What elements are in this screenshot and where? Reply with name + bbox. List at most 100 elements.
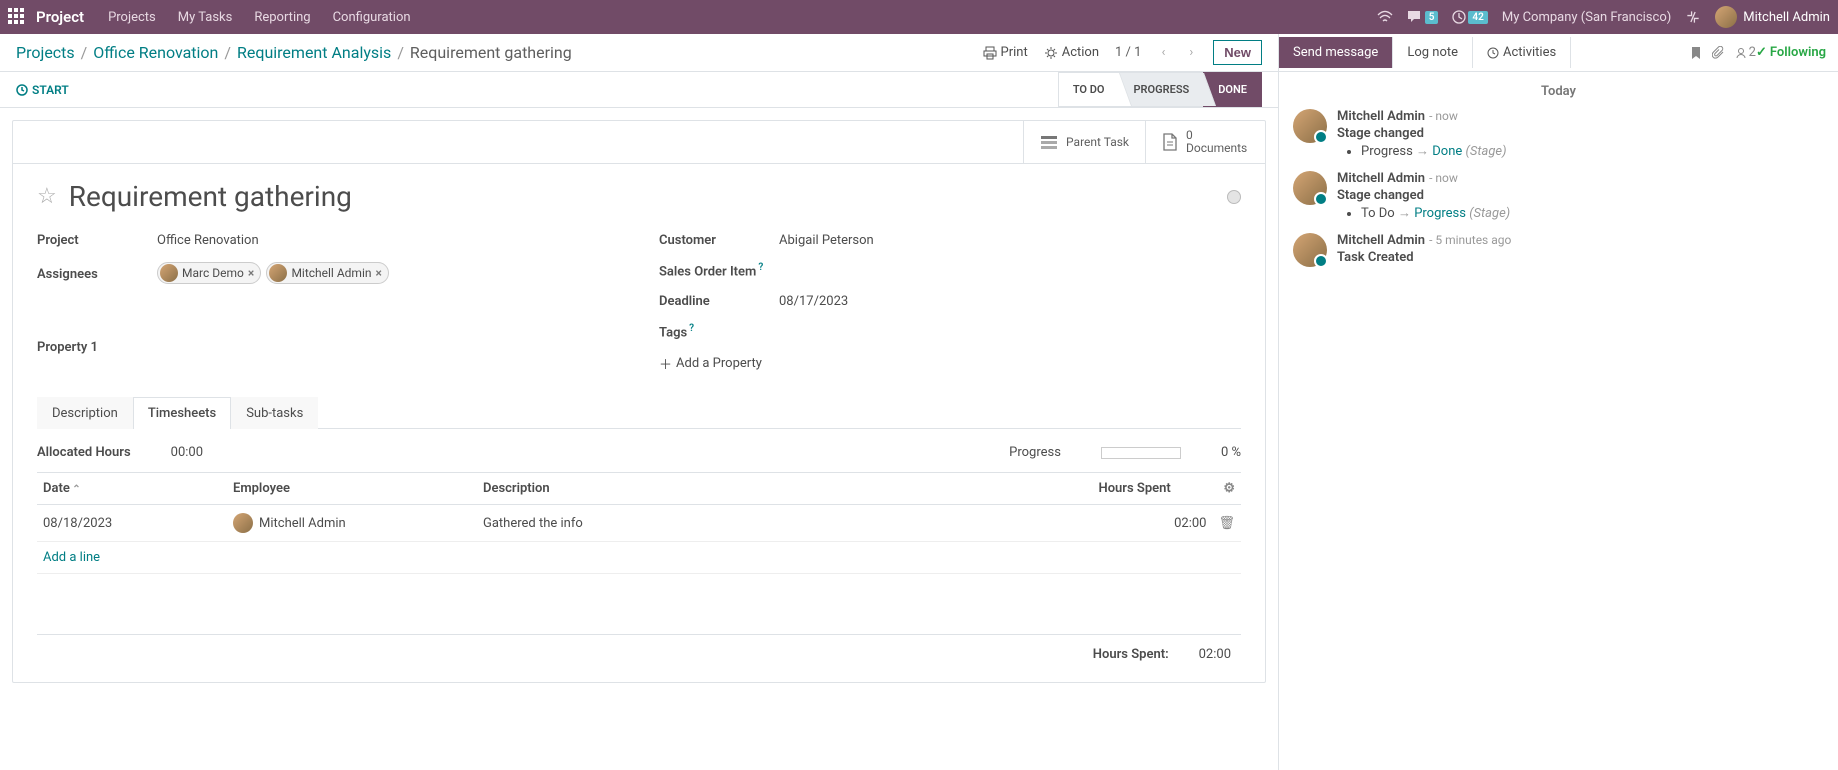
messages-icon[interactable]: 5 bbox=[1407, 10, 1439, 24]
avatar[interactable] bbox=[1293, 233, 1327, 267]
breadcrumb-link[interactable]: Office Renovation bbox=[93, 43, 218, 62]
avatar bbox=[160, 264, 178, 282]
deadline-label: Deadline bbox=[659, 294, 779, 309]
chat-day-separator: Today bbox=[1293, 80, 1824, 103]
assignees-value[interactable]: Marc Demo× Mitchell Admin× bbox=[157, 262, 619, 286]
help-icon[interactable]: ? bbox=[689, 323, 694, 334]
project-value[interactable]: Office Renovation bbox=[157, 233, 619, 248]
add-property-button[interactable]: ＋Add a Property bbox=[659, 354, 762, 373]
menu-reporting[interactable]: Reporting bbox=[254, 10, 310, 25]
menu-projects[interactable]: Projects bbox=[108, 10, 156, 25]
documents-button[interactable]: 0Documents bbox=[1145, 121, 1265, 163]
documents-icon bbox=[1162, 133, 1178, 151]
breadcrumb-current: Requirement gathering bbox=[410, 43, 572, 62]
stage-progress[interactable]: PROGRESS bbox=[1119, 72, 1205, 107]
send-message-button[interactable]: Send message bbox=[1279, 37, 1393, 68]
col-date[interactable]: Date bbox=[37, 473, 227, 505]
breadcrumb-link[interactable]: Requirement Analysis bbox=[237, 43, 391, 62]
tracking-link[interactable]: Progress bbox=[1414, 206, 1466, 221]
tracking-link[interactable]: Done bbox=[1432, 144, 1462, 159]
tags-label: Tags? bbox=[659, 323, 779, 340]
progress-value: 0 % bbox=[1221, 445, 1241, 460]
message: Mitchell Admin- now Stage changed Progre… bbox=[1293, 103, 1824, 165]
col-employee[interactable]: Employee bbox=[227, 473, 477, 505]
allocated-hours-value[interactable]: 00:00 bbox=[171, 445, 203, 460]
message-subject: Stage changed bbox=[1337, 188, 1824, 203]
priority-star-icon[interactable]: ☆ bbox=[37, 184, 57, 209]
cell-description[interactable]: Gathered the info bbox=[477, 505, 1092, 542]
following-button[interactable]: ✓ Following bbox=[1756, 45, 1826, 60]
activities-icon[interactable]: 42 bbox=[1452, 10, 1487, 24]
assignees-label: Assignees bbox=[37, 267, 157, 282]
delete-row-icon[interactable]: 🗑 bbox=[1218, 516, 1235, 531]
menu-my-tasks[interactable]: My Tasks bbox=[178, 10, 233, 25]
start-button[interactable]: START bbox=[16, 83, 69, 97]
message-author[interactable]: Mitchell Admin bbox=[1337, 109, 1425, 124]
stage-todo[interactable]: TO DO bbox=[1058, 72, 1120, 107]
message-author[interactable]: Mitchell Admin bbox=[1337, 233, 1425, 248]
total-label: Hours Spent: bbox=[1093, 647, 1169, 662]
systray: 5 42 My Company (San Francisco) Mitchell… bbox=[1377, 6, 1830, 28]
allocated-hours-label: Allocated Hours bbox=[37, 445, 131, 460]
deadline-value[interactable]: 08/17/2023 bbox=[779, 294, 1241, 309]
cell-date[interactable]: 08/18/2023 bbox=[37, 505, 227, 542]
message-subject: Task Created bbox=[1337, 250, 1824, 265]
customer-value[interactable]: Abigail Peterson bbox=[779, 233, 1241, 248]
remove-icon[interactable]: × bbox=[248, 266, 254, 280]
pager-prev-icon[interactable]: ‹ bbox=[1157, 45, 1169, 60]
log-note-button[interactable]: Log note bbox=[1393, 37, 1473, 68]
follower-count[interactable]: 2 bbox=[1735, 45, 1756, 60]
breadcrumb-link[interactable]: Projects bbox=[16, 43, 75, 62]
chatter: Send message Log note Activities 2 ✓ Fol… bbox=[1278, 34, 1838, 770]
assignee-chip[interactable]: Mitchell Admin× bbox=[266, 262, 388, 284]
plus-icon: ＋ bbox=[659, 354, 672, 373]
remove-icon[interactable]: × bbox=[376, 266, 382, 280]
tab-description[interactable]: Description bbox=[37, 397, 133, 429]
form-sheet: Parent Task 0Documents ☆ Requirement gat… bbox=[12, 120, 1266, 683]
project-label: Project bbox=[37, 233, 157, 248]
assignee-chip[interactable]: Marc Demo× bbox=[157, 262, 261, 284]
topbar: Project Projects My Tasks Reporting Conf… bbox=[0, 0, 1838, 34]
help-icon[interactable]: ? bbox=[758, 262, 763, 273]
avatar[interactable] bbox=[1293, 109, 1327, 143]
new-button[interactable]: New bbox=[1213, 40, 1262, 65]
action-button[interactable]: Action bbox=[1044, 45, 1099, 60]
cell-hours[interactable]: 02:00 bbox=[1092, 505, 1212, 542]
col-description[interactable]: Description bbox=[477, 473, 1092, 505]
cell-employee[interactable]: Mitchell Admin bbox=[233, 513, 471, 533]
kanban-state-icon[interactable] bbox=[1227, 190, 1241, 204]
tab-subtasks[interactable]: Sub-tasks bbox=[231, 397, 318, 429]
tabs: Description Timesheets Sub-tasks bbox=[37, 397, 1241, 429]
attachment-icon[interactable] bbox=[1712, 45, 1725, 60]
user-menu[interactable]: Mitchell Admin bbox=[1715, 6, 1830, 28]
company-selector[interactable]: My Company (San Francisco) bbox=[1502, 10, 1671, 25]
table-row[interactable]: 08/18/2023 Mitchell Admin Gathered the i… bbox=[37, 505, 1241, 542]
customer-label: Customer bbox=[659, 233, 779, 248]
progress-label: Progress bbox=[1009, 445, 1061, 460]
bookmark-icon[interactable] bbox=[1690, 45, 1702, 60]
breadcrumb: Projects/ Office Renovation/ Requirement… bbox=[16, 43, 572, 62]
menu-configuration[interactable]: Configuration bbox=[333, 10, 411, 25]
debug-icon[interactable] bbox=[1685, 9, 1701, 25]
print-button[interactable]: Print bbox=[983, 45, 1028, 60]
parent-task-icon bbox=[1040, 134, 1058, 150]
pager: 1 / 1 bbox=[1115, 45, 1141, 60]
message-time: - now bbox=[1429, 171, 1458, 185]
message-subject: Stage changed bbox=[1337, 126, 1824, 141]
avatar[interactable] bbox=[1293, 171, 1327, 205]
col-hours[interactable]: Hours Spent bbox=[1092, 473, 1212, 505]
wifi-icon[interactable] bbox=[1377, 10, 1393, 24]
message-author[interactable]: Mitchell Admin bbox=[1337, 171, 1425, 186]
tab-timesheets[interactable]: Timesheets bbox=[133, 397, 231, 429]
adjust-columns-icon[interactable]: ⚙ bbox=[1223, 481, 1235, 496]
stage-selector: TO DO PROGRESS DONE bbox=[1059, 72, 1262, 107]
message: Mitchell Admin- 5 minutes ago Task Creat… bbox=[1293, 227, 1824, 273]
task-title[interactable]: Requirement gathering bbox=[69, 180, 352, 213]
apps-icon[interactable] bbox=[8, 8, 26, 26]
progress-bar bbox=[1101, 447, 1181, 459]
pager-next-icon[interactable]: › bbox=[1185, 45, 1197, 60]
activities-button[interactable]: Activities bbox=[1473, 37, 1571, 68]
parent-task-button[interactable]: Parent Task bbox=[1023, 121, 1145, 163]
statusbar: START TO DO PROGRESS DONE bbox=[0, 72, 1278, 108]
add-line-button[interactable]: Add a line bbox=[43, 550, 100, 565]
